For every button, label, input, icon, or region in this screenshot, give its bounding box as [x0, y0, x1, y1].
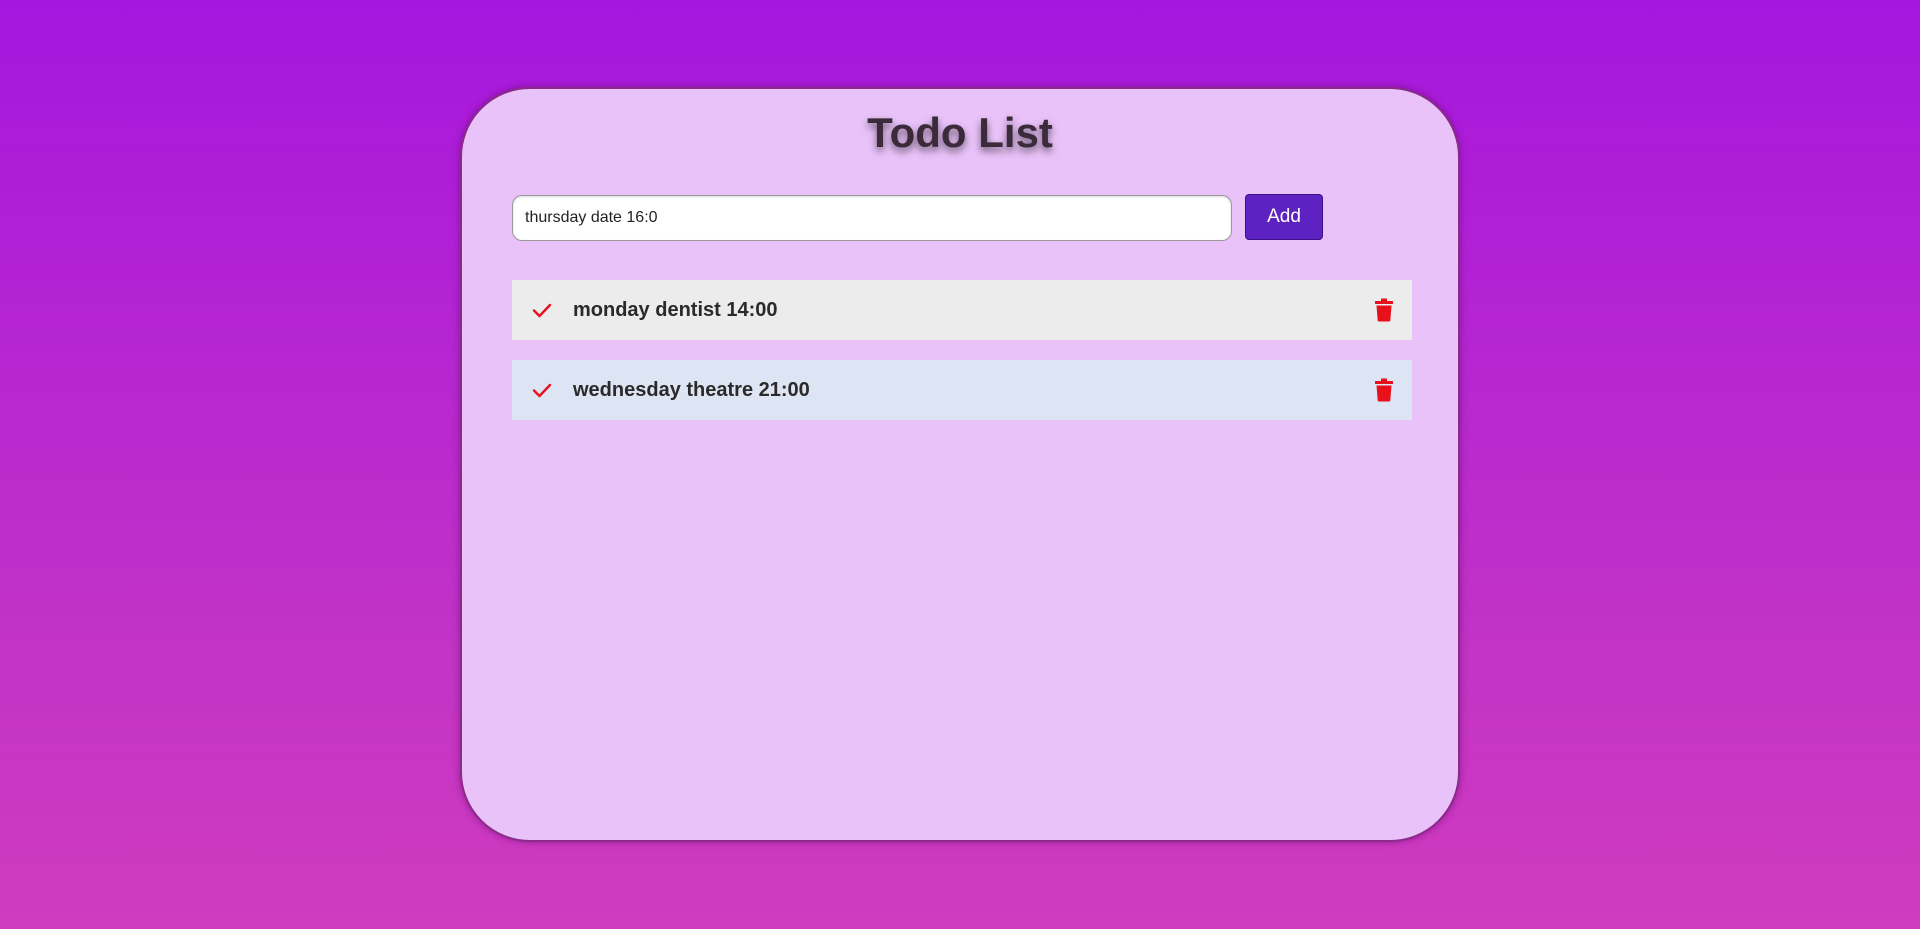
- trash-icon[interactable]: [1374, 298, 1394, 322]
- add-button[interactable]: Add: [1245, 194, 1323, 240]
- todo-input[interactable]: [512, 195, 1232, 241]
- todo-item: monday dentist 14:00: [512, 280, 1412, 340]
- todo-card: Todo List Add monday dentist 14:00: [460, 87, 1460, 842]
- todo-text: wednesday theatre 21:00: [573, 379, 810, 401]
- check-icon[interactable]: [530, 298, 554, 322]
- todo-list: monday dentist 14:00 wednesday theatre 2…: [512, 280, 1412, 440]
- todo-item: wednesday theatre 21:00: [512, 360, 1412, 420]
- todo-text: monday dentist 14:00: [573, 299, 778, 321]
- page-title: Todo List: [867, 109, 1053, 156]
- trash-icon[interactable]: [1374, 378, 1394, 402]
- check-icon[interactable]: [530, 378, 554, 402]
